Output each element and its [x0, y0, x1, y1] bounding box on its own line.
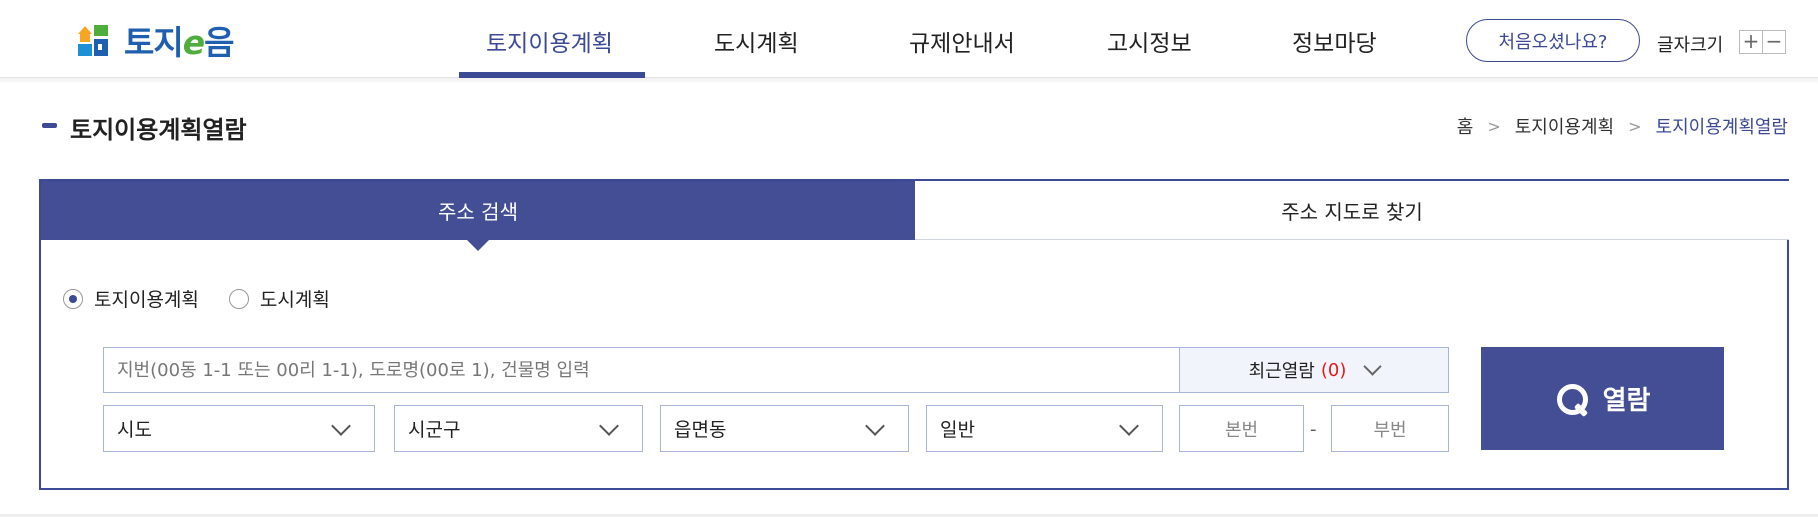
active-tab-arrow-icon: [467, 240, 489, 251]
chevron-down-icon: [331, 416, 351, 436]
view-button[interactable]: 열람: [1481, 347, 1724, 450]
eupmyeondong-select[interactable]: 읍면동: [660, 405, 909, 452]
radio-label: 도시계획: [259, 289, 330, 311]
breadcrumb-land-use-plan[interactable]: 토지이용계획: [1515, 113, 1614, 139]
lot-type-select[interactable]: 일반: [926, 405, 1163, 452]
radio-unchecked-icon[interactable]: [228, 288, 249, 309]
nav-item-urban-plan[interactable]: 도시계획: [714, 24, 799, 58]
font-increase-button[interactable]: +: [1739, 30, 1763, 54]
recent-views-count: (0): [1320, 359, 1347, 381]
first-visit-button[interactable]: 처음오셨나요?: [1466, 19, 1640, 62]
font-decrease-button[interactable]: −: [1762, 30, 1786, 54]
header-shadow: [0, 78, 1818, 84]
nav-item-notice-info[interactable]: 고시정보: [1107, 24, 1192, 58]
radio-land-use-plan[interactable]: 토지이용계획: [63, 285, 199, 312]
site-logo[interactable]: 토지e음: [76, 22, 235, 62]
sigungu-select[interactable]: 시군구: [394, 405, 643, 452]
sido-select[interactable]: 시도: [103, 405, 375, 452]
chevron-down-icon: [1119, 416, 1139, 436]
recent-views-dropdown[interactable]: 최근열람 (0): [1179, 347, 1449, 393]
tab-address-search[interactable]: 주소 검색: [41, 181, 915, 240]
font-size-label: 글자크기: [1657, 35, 1724, 56]
view-button-label: 열람: [1602, 386, 1651, 416]
number-separator: -: [1310, 419, 1317, 440]
sigungu-select-value: 시군구: [408, 419, 461, 441]
nav-item-info-plaza[interactable]: 정보마당: [1292, 24, 1377, 58]
breadcrumb-separator-icon: >: [1628, 116, 1642, 136]
chevron-down-icon: [599, 416, 619, 436]
logo-text: 토지e음: [124, 23, 235, 62]
breadcrumb-separator-icon: >: [1487, 116, 1501, 136]
plan-type-radio-group: 토지이용계획 도시계획: [63, 285, 360, 312]
site-header: 토지e음 토지이용계획 도시계획 규제안내서 고시정보 정보마당 처음오셨나요?…: [0, 0, 1818, 79]
page-title: 토지이용계획열람: [70, 116, 247, 144]
title-marker: [42, 123, 57, 128]
main-number-input[interactable]: 본번: [1179, 405, 1304, 452]
breadcrumb: 홈 > 토지이용계획 > 토지이용계획열람: [1457, 113, 1788, 139]
nav-item-regulation-guide[interactable]: 규제안내서: [909, 24, 1015, 58]
radio-checked-icon[interactable]: [63, 288, 83, 309]
radio-urban-plan[interactable]: 도시계획: [228, 285, 330, 312]
eupmyeondong-select-value: 읍면동: [674, 419, 727, 441]
nav-item-land-use-plan[interactable]: 토지이용계획: [486, 24, 613, 58]
search-icon: [1555, 382, 1589, 416]
address-search-input[interactable]: [103, 347, 1180, 393]
logo-house-icon: [76, 22, 112, 58]
sido-select-value: 시도: [117, 419, 152, 441]
recent-views-label: 최근열람: [1248, 361, 1315, 382]
breadcrumb-home[interactable]: 홈: [1457, 113, 1474, 139]
radio-label: 토지이용계획: [94, 289, 199, 311]
chevron-down-icon: [1363, 356, 1383, 376]
breadcrumb-current: 토지이용계획열람: [1655, 117, 1788, 138]
tab-map-search[interactable]: 주소 지도로 찾기: [915, 181, 1789, 240]
lot-type-select-value: 일반: [940, 419, 975, 441]
chevron-down-icon: [865, 416, 885, 436]
sub-number-input[interactable]: 부번: [1331, 405, 1449, 452]
